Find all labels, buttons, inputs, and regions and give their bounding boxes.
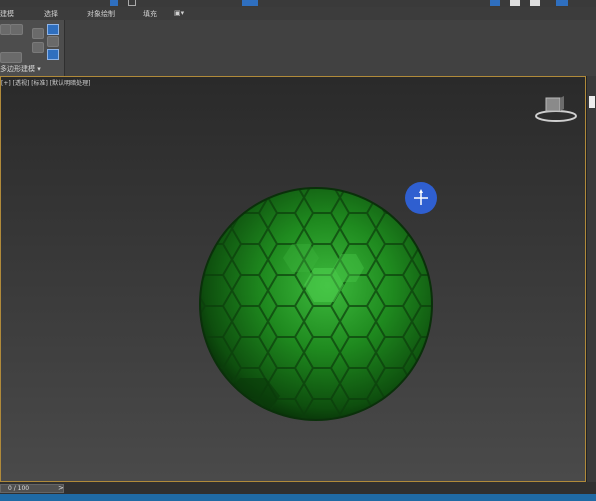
cursor-icon bbox=[405, 182, 437, 214]
ribbon-tab-row: 建模 选择 对象绘制 填充 ▣▾ bbox=[0, 7, 596, 21]
poly-mode-button[interactable] bbox=[32, 28, 44, 39]
ribbon-panel bbox=[0, 20, 596, 76]
modify-selection-button[interactable] bbox=[47, 24, 59, 35]
tab-selection[interactable]: 选择 bbox=[44, 9, 58, 19]
main-toolbar bbox=[0, 0, 596, 7]
rotate-tool-icon[interactable] bbox=[128, 0, 136, 6]
shrink-selection-button[interactable] bbox=[47, 49, 59, 60]
edge-mode-button[interactable] bbox=[10, 24, 23, 35]
render-icon[interactable] bbox=[556, 0, 568, 6]
time-slider-label: 0 / 100 bbox=[8, 485, 30, 492]
tab-object-paint[interactable]: 对象绘制 bbox=[87, 9, 115, 19]
tab-modeling[interactable]: 建模 bbox=[0, 9, 14, 19]
command-panel[interactable] bbox=[586, 76, 596, 482]
track-bar[interactable] bbox=[0, 494, 596, 501]
grow-selection-button[interactable] bbox=[47, 36, 59, 47]
render-frame-icon[interactable] bbox=[530, 0, 540, 6]
command-panel-tab[interactable] bbox=[589, 96, 595, 108]
snap-toggle-icon[interactable] bbox=[490, 0, 500, 6]
tab-populate[interactable]: 填充 bbox=[143, 9, 157, 19]
render-setup-icon[interactable] bbox=[510, 0, 520, 6]
ribbon-group-label[interactable]: 多边形建模 ▾ bbox=[0, 64, 41, 74]
border-mode-button[interactable] bbox=[0, 52, 22, 63]
tab-more-dropdown[interactable]: ▣▾ bbox=[174, 9, 184, 17]
select-tool-icon[interactable] bbox=[110, 0, 118, 6]
viewport-label[interactable]: [+] [透视] [标准] [默认明暗处理] bbox=[1, 78, 90, 87]
viewcube-icon[interactable] bbox=[533, 94, 579, 124]
scale-tool-icon[interactable] bbox=[242, 0, 258, 6]
element-mode-button[interactable] bbox=[32, 42, 44, 53]
honeycomb-sphere[interactable] bbox=[196, 182, 440, 426]
next-frame-button[interactable]: > bbox=[58, 484, 64, 492]
